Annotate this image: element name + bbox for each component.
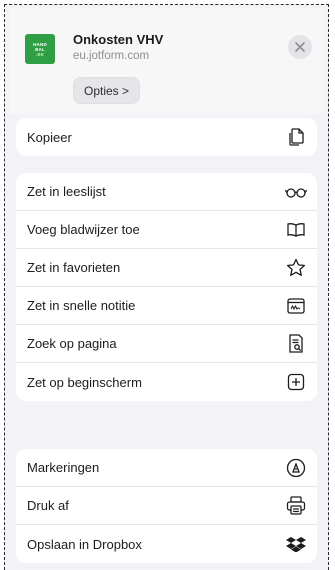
book-icon [285,219,307,241]
action-copy[interactable]: Kopieer [16,118,317,156]
action-label: Zoek op pagina [27,336,117,351]
close-button[interactable] [288,35,312,59]
action-label: Opslaan in Dropbox [27,536,142,552]
site-logo: HAND BAL .BE [25,34,55,64]
action-label: Voeg bladwijzer toe [27,222,140,237]
action-label: Markeringen [27,460,100,475]
quick-note-icon [285,295,307,317]
action-group-extras: Markeringen Druk af Opslaan in Dropbox [16,449,317,563]
action-add-bookmark[interactable]: Voeg bladwijzer toe [16,211,317,249]
action-label: Zet in favorieten [27,260,121,275]
action-label: Druk af [27,498,69,513]
star-icon [285,257,307,279]
printer-icon [285,495,307,517]
markup-icon [285,457,307,479]
logo-text-3: .BE [35,51,45,57]
action-quick-note[interactable]: Zet in snelle notitie [16,287,317,325]
action-markup[interactable]: Markeringen [16,449,317,487]
action-label: Kopieer [27,129,72,145]
copy-icon [285,126,307,148]
share-sheet-frame: HAND BAL .BE Onkosten VHV eu.jotform.com… [4,4,329,570]
action-group-copy: Kopieer [16,118,317,156]
glasses-icon [285,181,307,203]
action-print[interactable]: Druk af [16,487,317,525]
action-add-to-home[interactable]: Zet op beginscherm [16,363,317,401]
action-add-favorites[interactable]: Zet in favorieten [16,249,317,287]
action-label: Zet in snelle notitie [27,298,136,313]
action-find-on-page[interactable]: Zoek op pagina [16,325,317,363]
options-label: Opties > [84,83,130,98]
options-button[interactable]: Opties > [73,77,141,104]
action-save-dropbox[interactable]: Opslaan in Dropbox [16,525,317,563]
action-group-main: Zet in leeslijst Voeg bladwijzer toe Zet… [16,173,317,401]
share-header: HAND BAL .BE Onkosten VHV eu.jotform.com… [9,8,324,114]
action-label: Zet in leeslijst [27,184,106,199]
find-in-page-icon [285,333,307,355]
site-url: eu.jotform.com [73,50,150,62]
close-icon [295,42,305,52]
dropbox-icon [285,533,307,555]
action-reading-list[interactable]: Zet in leeslijst [16,173,317,211]
add-to-home-icon [285,371,307,393]
share-sheet: HAND BAL .BE Onkosten VHV eu.jotform.com… [9,8,324,570]
action-label: Zet op beginscherm [27,374,142,390]
site-title: Onkosten VHV [73,32,164,47]
